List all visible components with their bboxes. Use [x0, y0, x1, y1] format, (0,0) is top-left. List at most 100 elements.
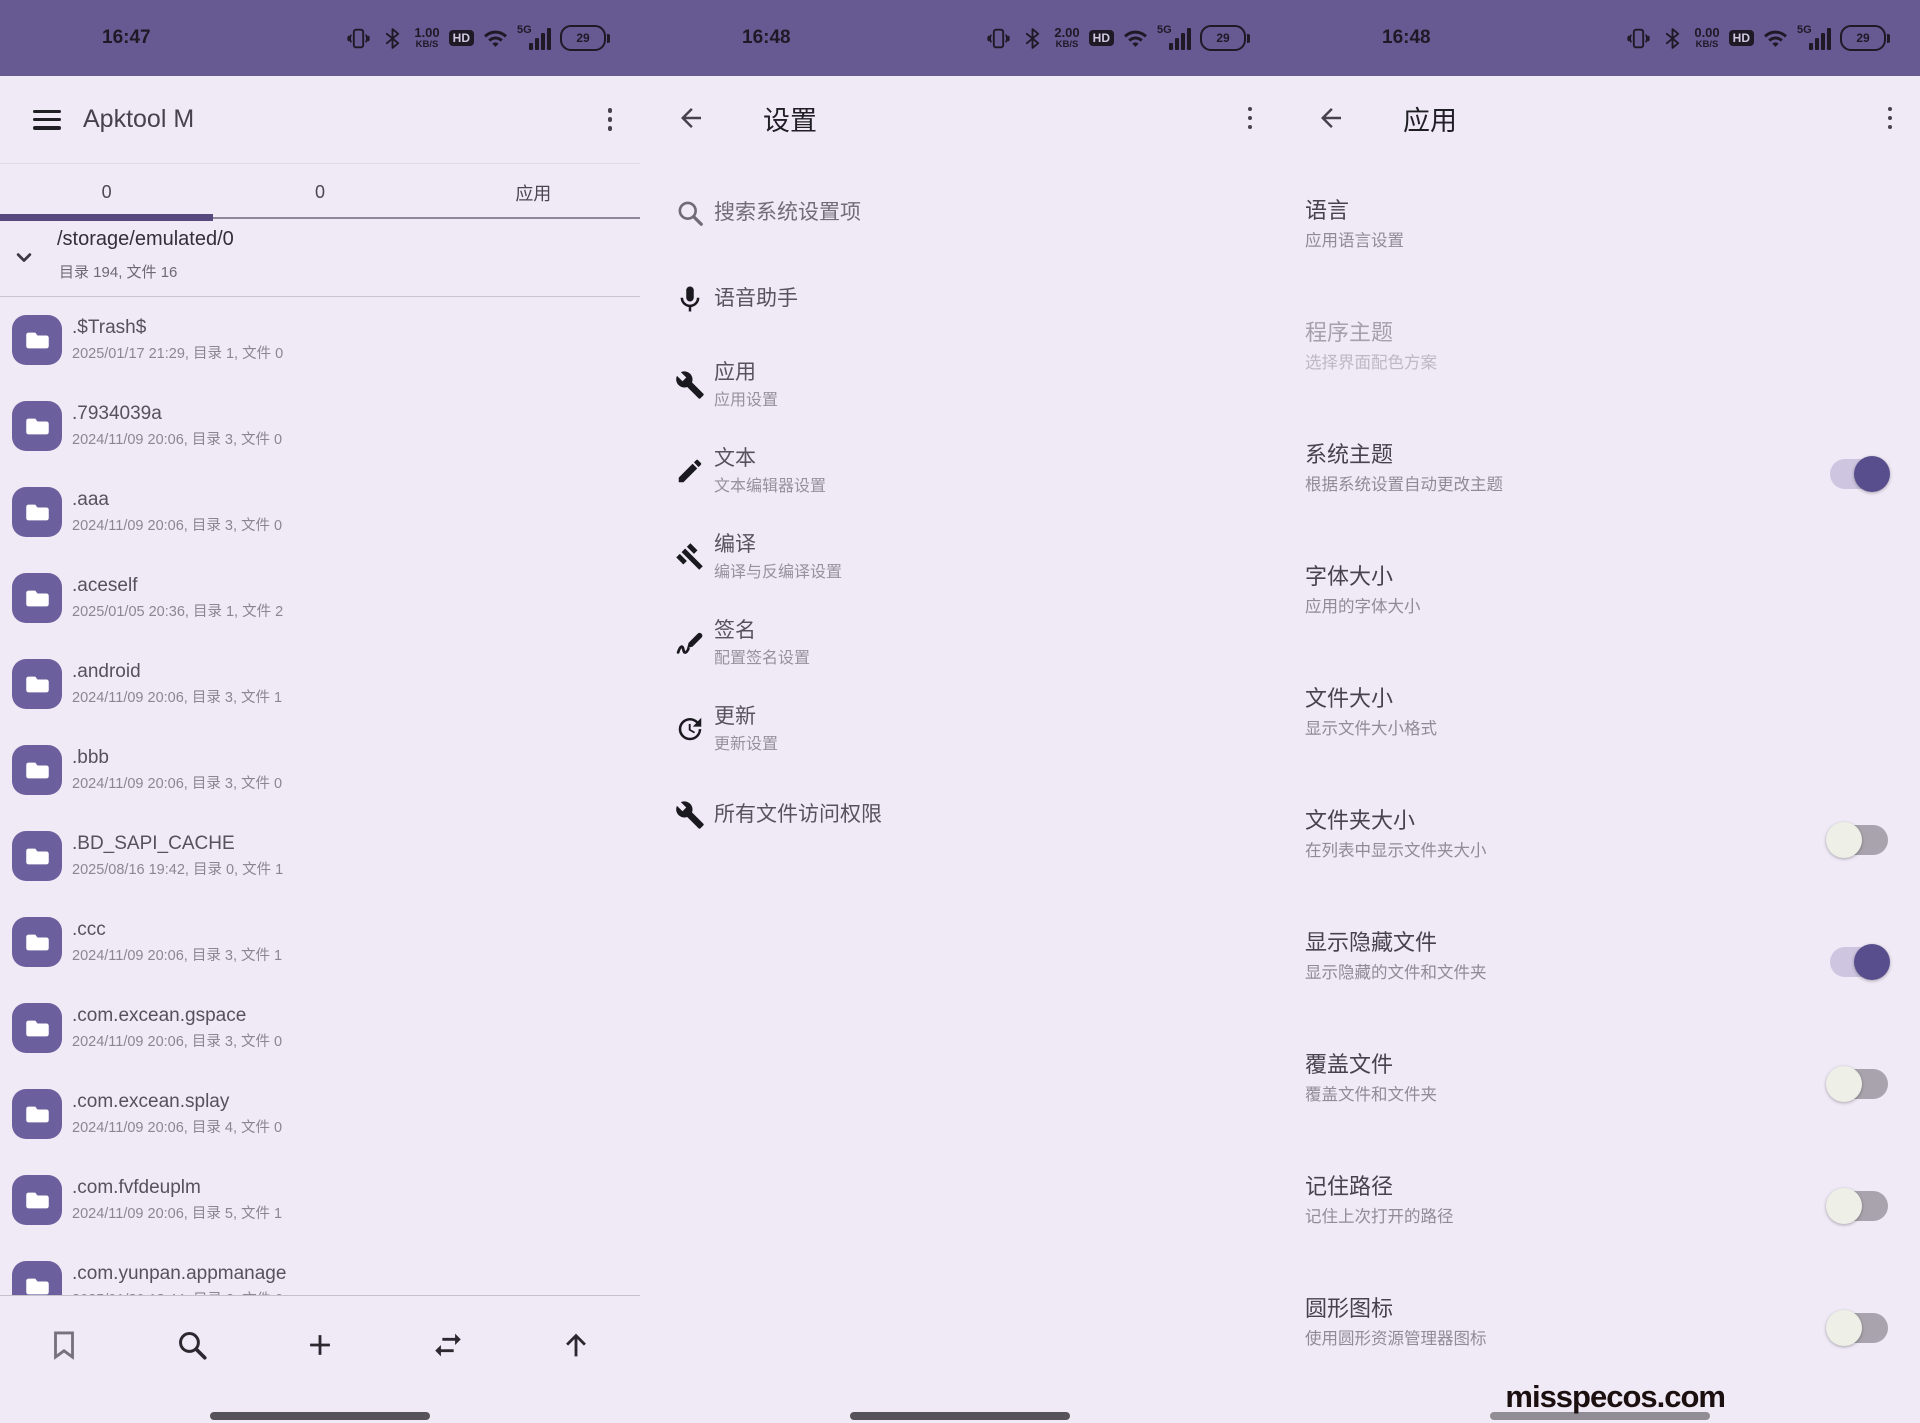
app-title: Apktool M	[83, 105, 194, 134]
app-settings-title: 字体大小	[1305, 564, 1393, 590]
overflow-menu-icon[interactable]	[608, 108, 613, 131]
overflow-menu-icon[interactable]	[1248, 107, 1253, 130]
plus-icon[interactable]	[298, 1323, 342, 1367]
toggle-off[interactable]	[1826, 822, 1890, 858]
file-meta: 2024/11/09 20:06, 目录 3, 文件 0	[72, 518, 282, 535]
app-settings-item[interactable]: 语言应用语言设置	[1280, 170, 1920, 292]
file-row[interactable]: .$Trash$2025/01/17 21:29, 目录 1, 文件 0	[0, 297, 640, 383]
app-settings-title: 系统主题	[1305, 442, 1393, 468]
tab-apps[interactable]: 应用	[427, 164, 640, 221]
app-settings-subtitle: 应用的字体大小	[1305, 598, 1421, 618]
file-list: .$Trash$2025/01/17 21:29, 目录 1, 文件 0.793…	[0, 297, 640, 1295]
file-row[interactable]: .android2024/11/09 20:06, 目录 3, 文件 1	[0, 641, 640, 727]
status-bar: 16:482.00KB/SHD5G29	[640, 0, 1280, 76]
vibrate-icon	[1626, 26, 1651, 51]
file-meta: 2024/11/09 20:06, 目录 3, 文件 1	[72, 690, 282, 707]
chevron-down-icon[interactable]	[10, 243, 38, 271]
app-settings-item[interactable]: 显示隐藏文件显示隐藏的文件和文件夹	[1280, 902, 1920, 1024]
toggle-off[interactable]	[1826, 1188, 1890, 1224]
file-row[interactable]: .BD_SAPI_CACHE2025/08/16 19:42, 目录 0, 文件…	[0, 813, 640, 899]
settings-item[interactable]: 搜索系统设置项	[640, 170, 1280, 256]
file-row[interactable]: .ccc2024/11/09 20:06, 目录 3, 文件 1	[0, 899, 640, 985]
toggle-off[interactable]	[1826, 1066, 1890, 1102]
vibrate-icon	[986, 26, 1011, 51]
swap-horiz-icon[interactable]	[426, 1323, 470, 1367]
menu-icon[interactable]	[33, 110, 61, 130]
file-meta: 2025/01/05 20:36, 目录 1, 文件 2	[72, 604, 283, 621]
back-icon[interactable]	[1316, 103, 1346, 133]
arrow-up-icon[interactable]	[554, 1323, 598, 1367]
app-settings-item[interactable]: 覆盖文件覆盖文件和文件夹	[1280, 1024, 1920, 1146]
back-icon[interactable]	[676, 103, 706, 133]
path-header[interactable]: /storage/emulated/0 目录 194, 文件 16	[0, 221, 640, 297]
toggle-on[interactable]	[1826, 456, 1890, 492]
settings-item[interactable]: 语音助手	[640, 256, 1280, 342]
folder-icon	[12, 1175, 62, 1225]
settings-item[interactable]: 应用应用设置	[640, 342, 1280, 428]
settings-item[interactable]: 更新更新设置	[640, 686, 1280, 772]
app-settings-title: 语言	[1305, 198, 1349, 224]
settings-item[interactable]: 所有文件访问权限	[640, 772, 1280, 858]
file-name: .com.yunpan.appmanage	[72, 1263, 286, 1286]
app-settings-subtitle: 覆盖文件和文件夹	[1305, 1086, 1437, 1106]
status-bar: 16:480.00KB/SHD5G29	[1280, 0, 1920, 76]
file-meta: 2024/11/09 20:06, 目录 3, 文件 0	[72, 1034, 282, 1051]
pencil-icon	[675, 456, 705, 486]
settings-item-subtitle: 编译与反编译设置	[714, 563, 842, 582]
path-summary: 目录 194, 文件 16	[59, 261, 177, 282]
file-row[interactable]: .bbb2024/11/09 20:06, 目录 3, 文件 0	[0, 727, 640, 813]
folder-icon	[12, 401, 62, 451]
file-row[interactable]: .com.fvfdeuplm2024/11/09 20:06, 目录 5, 文件…	[0, 1157, 640, 1243]
folder-icon	[12, 1003, 62, 1053]
folder-icon	[12, 745, 62, 795]
settings-item[interactable]: 编译编译与反编译设置	[640, 514, 1280, 600]
toggle-off[interactable]	[1826, 1310, 1890, 1346]
file-row[interactable]: .7934039a2024/11/09 20:06, 目录 3, 文件 0	[0, 383, 640, 469]
settings-item-subtitle: 更新设置	[714, 735, 778, 754]
signature-icon	[675, 628, 705, 658]
vibrate-icon	[346, 26, 371, 51]
file-name: .7934039a	[72, 403, 282, 426]
file-row[interactable]: .aaa 2024/11/09 20:06, 目录 3, 文件 0	[0, 469, 640, 555]
app-settings-item[interactable]: 文件夹大小在列表中显示文件夹大小	[1280, 780, 1920, 902]
settings-item[interactable]: 文本文本编辑器设置	[640, 428, 1280, 514]
file-meta: 2024/11/09 20:06, 目录 3, 文件 0	[72, 776, 282, 793]
file-row[interactable]: .com.excean.gspace2024/11/09 20:06, 目录 3…	[0, 985, 640, 1071]
current-path: /storage/emulated/0	[57, 228, 234, 251]
app-settings-subtitle: 显示文件大小格式	[1305, 720, 1437, 740]
tab-count-right[interactable]: 0	[213, 164, 426, 221]
settings-item-title: 编译	[714, 532, 842, 558]
app-settings-item[interactable]: 记住路径记住上次打开的路径	[1280, 1146, 1920, 1268]
bluetooth-icon	[1660, 26, 1685, 51]
file-meta: 2025/08/16 19:42, 目录 0, 文件 1	[72, 862, 283, 879]
home-indicator[interactable]	[210, 1412, 430, 1420]
tab-count-left[interactable]: 0	[0, 164, 213, 221]
settings-item[interactable]: 签名配置签名设置	[640, 600, 1280, 686]
app-settings-item[interactable]: 圆形图标使用圆形资源管理器图标	[1280, 1268, 1920, 1390]
app-settings-item[interactable]: 系统主题根据系统设置自动更改主题	[1280, 414, 1920, 536]
bookmark-icon[interactable]	[42, 1323, 86, 1367]
page-title: 应用	[1403, 99, 1457, 138]
app-bar: Apktool M	[0, 76, 640, 164]
file-row[interactable]: .aceself2025/01/05 20:36, 目录 1, 文件 2	[0, 555, 640, 641]
file-name: .com.fvfdeuplm	[72, 1177, 282, 1200]
file-name: .aaa	[72, 489, 282, 512]
file-name: .com.excean.splay	[72, 1091, 282, 1114]
toggle-on[interactable]	[1826, 944, 1890, 980]
search-icon[interactable]	[170, 1323, 214, 1367]
wifi-icon	[483, 26, 508, 51]
app-settings-item[interactable]: 文件大小显示文件大小格式	[1280, 658, 1920, 780]
settings-item-title: 所有文件访问权限	[714, 802, 882, 828]
app-settings-title: 显示隐藏文件	[1305, 930, 1437, 956]
file-row[interactable]: .com.yunpan.appmanage2025/01/30 18:44, 目…	[0, 1243, 640, 1295]
folder-icon	[12, 659, 62, 709]
network-speed: 1.00KB/S	[414, 26, 439, 50]
battery-icon: 29	[1200, 25, 1250, 51]
home-indicator[interactable]	[850, 1412, 1070, 1420]
active-tab-indicator	[0, 214, 213, 221]
app-settings-item[interactable]: 字体大小应用的字体大小	[1280, 536, 1920, 658]
overflow-menu-icon[interactable]	[1888, 107, 1893, 130]
app-settings-title: 圆形图标	[1305, 1296, 1393, 1322]
app-settings-title: 文件夹大小	[1305, 808, 1415, 834]
file-row[interactable]: .com.excean.splay2024/11/09 20:06, 目录 4,…	[0, 1071, 640, 1157]
